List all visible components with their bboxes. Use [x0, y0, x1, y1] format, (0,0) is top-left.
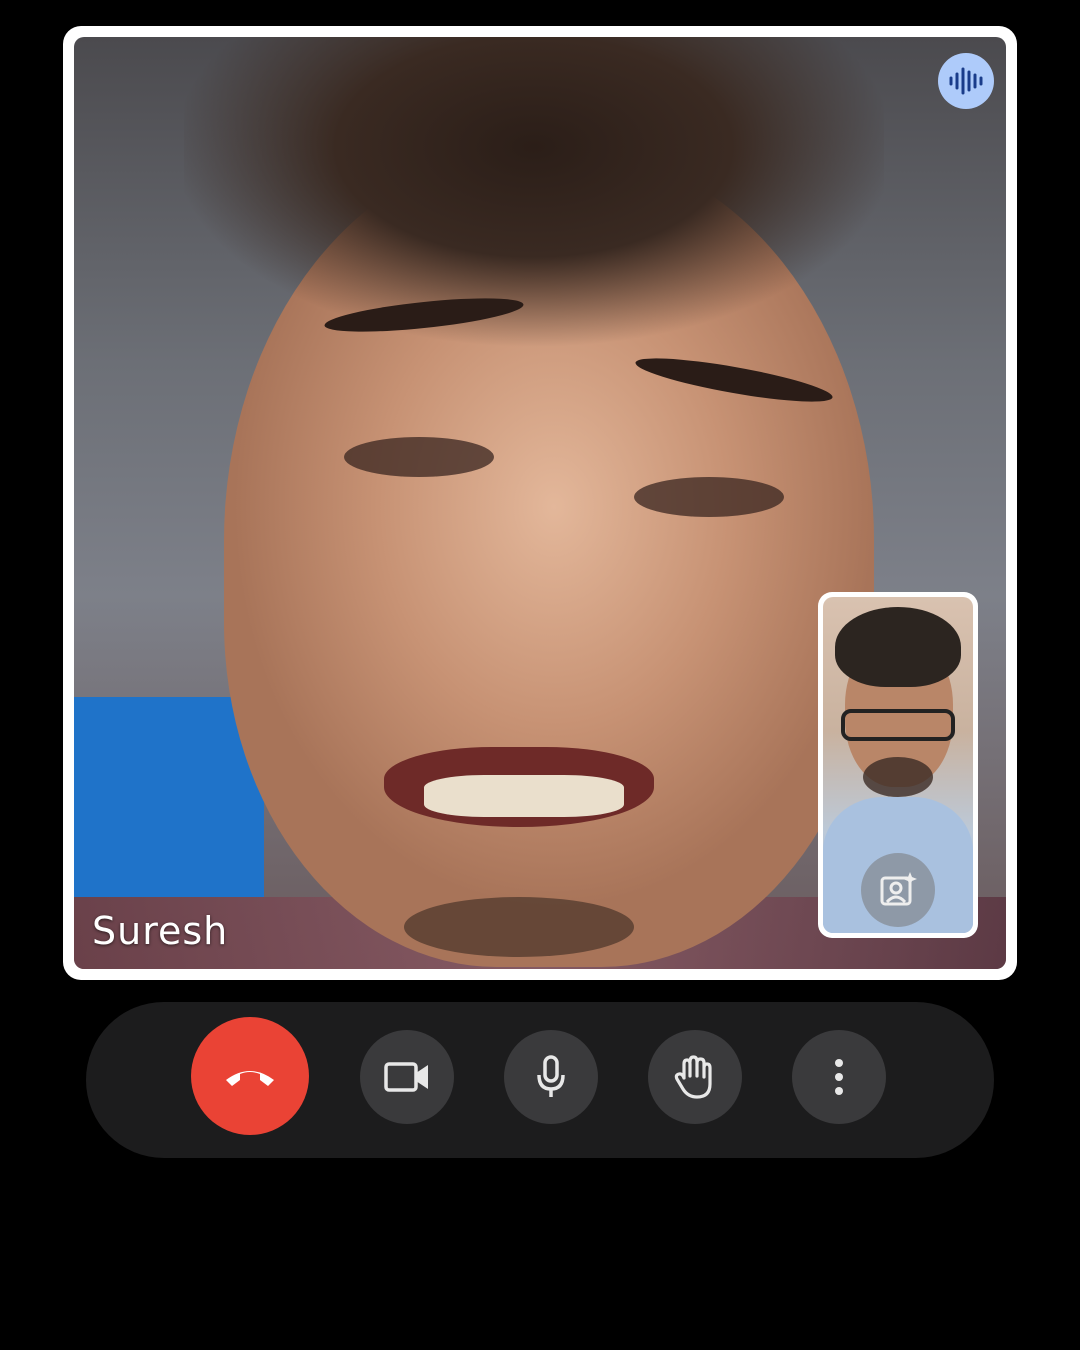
mic-button[interactable]	[504, 1030, 598, 1124]
self-hair	[835, 607, 961, 687]
speaking-indicator	[938, 53, 994, 109]
more-options-button[interactable]	[792, 1030, 886, 1124]
background-sign	[74, 697, 264, 897]
end-call-button[interactable]	[191, 1017, 309, 1135]
beard	[404, 897, 634, 957]
left-eye	[344, 437, 494, 477]
participant-name: Suresh	[92, 909, 229, 953]
right-eye	[634, 477, 784, 517]
self-glasses	[841, 709, 955, 741]
hair	[184, 37, 884, 357]
effects-button[interactable]	[861, 853, 935, 927]
hand-icon	[674, 1055, 712, 1099]
phone-hangup-icon	[226, 1071, 274, 1086]
more-vert-icon	[835, 1059, 843, 1095]
teeth	[424, 775, 624, 817]
mic-icon	[537, 1055, 565, 1097]
videocam-icon	[384, 1062, 428, 1092]
self-video-feed	[823, 597, 973, 933]
self-beard	[863, 757, 933, 797]
camera-button[interactable]	[360, 1030, 454, 1124]
add-photo-effects-icon	[880, 872, 917, 906]
self-view-tile[interactable]	[818, 592, 978, 938]
raise-hand-button[interactable]	[648, 1030, 742, 1124]
audio-waveform-icon	[949, 67, 983, 95]
call-controls-bar	[86, 1002, 994, 1158]
